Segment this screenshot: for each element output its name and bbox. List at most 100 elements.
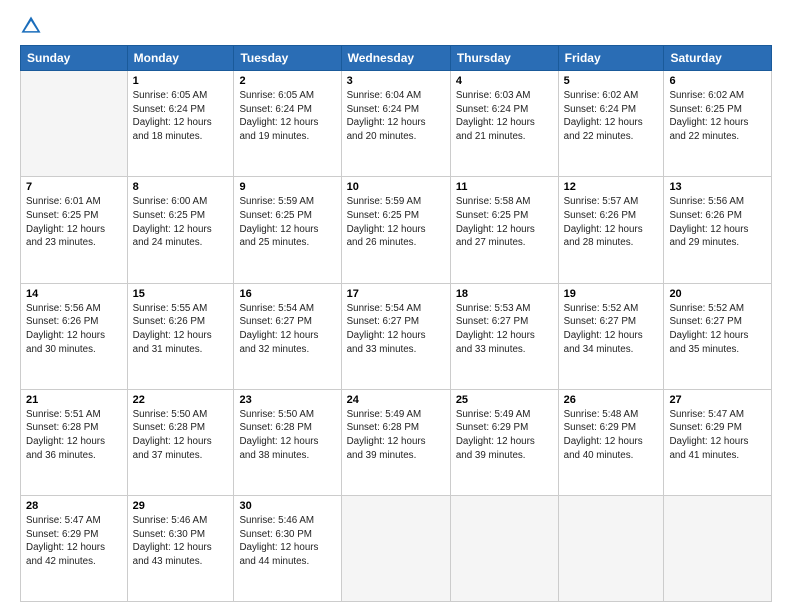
day-info: Sunrise: 5:55 AM Sunset: 6:26 PM Dayligh… — [133, 302, 229, 357]
logo — [20, 15, 46, 37]
day-number: 26 — [564, 394, 659, 406]
day-cell: 18Sunrise: 5:53 AM Sunset: 6:27 PM Dayli… — [450, 283, 558, 389]
day-cell: 9 Sunrise: 5:59 AM Sunset: 6:25 PM Daylig… — [234, 177, 341, 283]
day-info: Sunrise: 5:56 AM Sunset: 6:26 PM Dayligh… — [26, 302, 122, 357]
day-info: Sunrise: 5:48 AM Sunset: 6:29 PM Dayligh… — [564, 408, 659, 463]
day-cell: 17Sunrise: 5:54 AM Sunset: 6:27 PM Dayli… — [341, 283, 450, 389]
day-cell: 30 Sunrise: 5:46 AM Sunset: 6:30 PM Dayli… — [234, 496, 341, 602]
header — [20, 15, 772, 37]
week-row-1: 1 Sunrise: 6:05 AM Sunset: 6:24 PM Daylig… — [21, 71, 772, 177]
day-number: 16 — [239, 288, 335, 300]
day-cell: 15 Sunrise: 5:55 AM Sunset: 6:26 PM Dayli… — [127, 283, 234, 389]
day-info: Sunrise: 5:51 AM Sunset: 6:28 PM Dayligh… — [26, 408, 122, 463]
day-info: Sunrise: 5:50 AM Sunset: 6:28 PM Dayligh… — [239, 408, 335, 463]
day-cell: 8Sunrise: 6:00 AM Sunset: 6:25 PM Daylig… — [127, 177, 234, 283]
day-number: 1 — [133, 75, 229, 87]
day-number: 4 — [456, 75, 553, 87]
col-header-tuesday: Tuesday — [234, 46, 341, 71]
page: SundayMondayTuesdayWednesdayThursdayFrid… — [0, 0, 792, 612]
day-number: 29 — [133, 500, 229, 512]
day-number: 30 — [239, 500, 335, 512]
day-number: 23 — [239, 394, 335, 406]
day-cell: 6 Sunrise: 6:02 AM Sunset: 6:25 PM Daylig… — [664, 71, 772, 177]
col-header-monday: Monday — [127, 46, 234, 71]
day-number: 27 — [669, 394, 766, 406]
day-cell: 14 Sunrise: 5:56 AM Sunset: 6:26 PM Dayli… — [21, 283, 128, 389]
day-number: 13 — [669, 181, 766, 193]
day-cell: 27 Sunrise: 5:47 AM Sunset: 6:29 PM Dayli… — [664, 389, 772, 495]
day-cell: 2 Sunrise: 6:05 AM Sunset: 6:24 PM Daylig… — [234, 71, 341, 177]
day-info: Sunrise: 6:00 AM Sunset: 6:25 PM Dayligh… — [133, 195, 229, 250]
day-info: Sunrise: 5:59 AM Sunset: 6:25 PM Dayligh… — [239, 195, 335, 250]
day-cell — [341, 496, 450, 602]
day-number: 21 — [26, 394, 122, 406]
day-info: Sunrise: 5:58 AM Sunset: 6:25 PM Dayligh… — [456, 195, 553, 250]
day-cell: 21 Sunrise: 5:51 AM Sunset: 6:28 PM Dayli… — [21, 389, 128, 495]
day-cell: 4 Sunrise: 6:03 AM Sunset: 6:24 PM Daylig… — [450, 71, 558, 177]
logo-icon — [20, 15, 42, 37]
day-number: 17 — [347, 288, 445, 300]
week-row-5: 28Sunrise: 5:47 AM Sunset: 6:29 PM Dayli… — [21, 496, 772, 602]
day-info: Sunrise: 5:50 AM Sunset: 6:28 PM Dayligh… — [133, 408, 229, 463]
day-number: 2 — [239, 75, 335, 87]
day-cell: 24 Sunrise: 5:49 AM Sunset: 6:28 PM Dayli… — [341, 389, 450, 495]
day-info: Sunrise: 5:59 AM Sunset: 6:25 PM Dayligh… — [347, 195, 445, 250]
day-cell: 11Sunrise: 5:58 AM Sunset: 6:25 PM Dayli… — [450, 177, 558, 283]
day-cell — [21, 71, 128, 177]
day-number: 15 — [133, 288, 229, 300]
day-info: Sunrise: 6:02 AM Sunset: 6:25 PM Dayligh… — [669, 89, 766, 144]
day-number: 6 — [669, 75, 766, 87]
day-cell: 29 Sunrise: 5:46 AM Sunset: 6:30 PM Dayli… — [127, 496, 234, 602]
day-cell: 23 Sunrise: 5:50 AM Sunset: 6:28 PM Dayli… — [234, 389, 341, 495]
day-number: 9 — [239, 181, 335, 193]
day-number: 3 — [347, 75, 445, 87]
week-row-2: 7 Sunrise: 6:01 AM Sunset: 6:25 PM Daylig… — [21, 177, 772, 283]
day-info: Sunrise: 5:49 AM Sunset: 6:28 PM Dayligh… — [347, 408, 445, 463]
day-info: Sunrise: 5:47 AM Sunset: 6:29 PM Dayligh… — [26, 514, 122, 569]
day-info: Sunrise: 5:52 AM Sunset: 6:27 PM Dayligh… — [669, 302, 766, 357]
week-row-3: 14 Sunrise: 5:56 AM Sunset: 6:26 PM Dayli… — [21, 283, 772, 389]
day-cell: 12 Sunrise: 5:57 AM Sunset: 6:26 PM Dayli… — [558, 177, 664, 283]
day-cell: 16 Sunrise: 5:54 AM Sunset: 6:27 PM Dayli… — [234, 283, 341, 389]
day-cell: 25Sunrise: 5:49 AM Sunset: 6:29 PM Dayli… — [450, 389, 558, 495]
day-number: 24 — [347, 394, 445, 406]
day-info: Sunrise: 5:52 AM Sunset: 6:27 PM Dayligh… — [564, 302, 659, 357]
day-cell: 1 Sunrise: 6:05 AM Sunset: 6:24 PM Daylig… — [127, 71, 234, 177]
day-info: Sunrise: 6:05 AM Sunset: 6:24 PM Dayligh… — [133, 89, 229, 144]
day-info: Sunrise: 5:56 AM Sunset: 6:26 PM Dayligh… — [669, 195, 766, 250]
day-info: Sunrise: 6:05 AM Sunset: 6:24 PM Dayligh… — [239, 89, 335, 144]
calendar-header-row: SundayMondayTuesdayWednesdayThursdayFrid… — [21, 46, 772, 71]
day-number: 14 — [26, 288, 122, 300]
day-number: 12 — [564, 181, 659, 193]
day-number: 25 — [456, 394, 553, 406]
week-row-4: 21 Sunrise: 5:51 AM Sunset: 6:28 PM Dayli… — [21, 389, 772, 495]
day-info: Sunrise: 5:57 AM Sunset: 6:26 PM Dayligh… — [564, 195, 659, 250]
day-cell: 20 Sunrise: 5:52 AM Sunset: 6:27 PM Dayli… — [664, 283, 772, 389]
day-info: Sunrise: 5:46 AM Sunset: 6:30 PM Dayligh… — [239, 514, 335, 569]
col-header-friday: Friday — [558, 46, 664, 71]
day-cell: 7 Sunrise: 6:01 AM Sunset: 6:25 PM Daylig… — [21, 177, 128, 283]
day-number: 20 — [669, 288, 766, 300]
day-number: 22 — [133, 394, 229, 406]
day-number: 7 — [26, 181, 122, 193]
col-header-wednesday: Wednesday — [341, 46, 450, 71]
day-cell: 5Sunrise: 6:02 AM Sunset: 6:24 PM Daylig… — [558, 71, 664, 177]
day-cell: 28Sunrise: 5:47 AM Sunset: 6:29 PM Dayli… — [21, 496, 128, 602]
calendar-table: SundayMondayTuesdayWednesdayThursdayFrid… — [20, 45, 772, 602]
day-info: Sunrise: 6:01 AM Sunset: 6:25 PM Dayligh… — [26, 195, 122, 250]
day-cell: 26 Sunrise: 5:48 AM Sunset: 6:29 PM Dayli… — [558, 389, 664, 495]
col-header-thursday: Thursday — [450, 46, 558, 71]
day-info: Sunrise: 5:54 AM Sunset: 6:27 PM Dayligh… — [239, 302, 335, 357]
day-info: Sunrise: 6:04 AM Sunset: 6:24 PM Dayligh… — [347, 89, 445, 144]
day-cell: 22 Sunrise: 5:50 AM Sunset: 6:28 PM Dayli… — [127, 389, 234, 495]
day-info: Sunrise: 5:47 AM Sunset: 6:29 PM Dayligh… — [669, 408, 766, 463]
col-header-saturday: Saturday — [664, 46, 772, 71]
day-info: Sunrise: 6:03 AM Sunset: 6:24 PM Dayligh… — [456, 89, 553, 144]
day-info: Sunrise: 5:46 AM Sunset: 6:30 PM Dayligh… — [133, 514, 229, 569]
day-cell — [558, 496, 664, 602]
day-info: Sunrise: 5:53 AM Sunset: 6:27 PM Dayligh… — [456, 302, 553, 357]
day-number: 19 — [564, 288, 659, 300]
day-cell — [664, 496, 772, 602]
day-cell: 10Sunrise: 5:59 AM Sunset: 6:25 PM Dayli… — [341, 177, 450, 283]
day-cell: 3 Sunrise: 6:04 AM Sunset: 6:24 PM Daylig… — [341, 71, 450, 177]
